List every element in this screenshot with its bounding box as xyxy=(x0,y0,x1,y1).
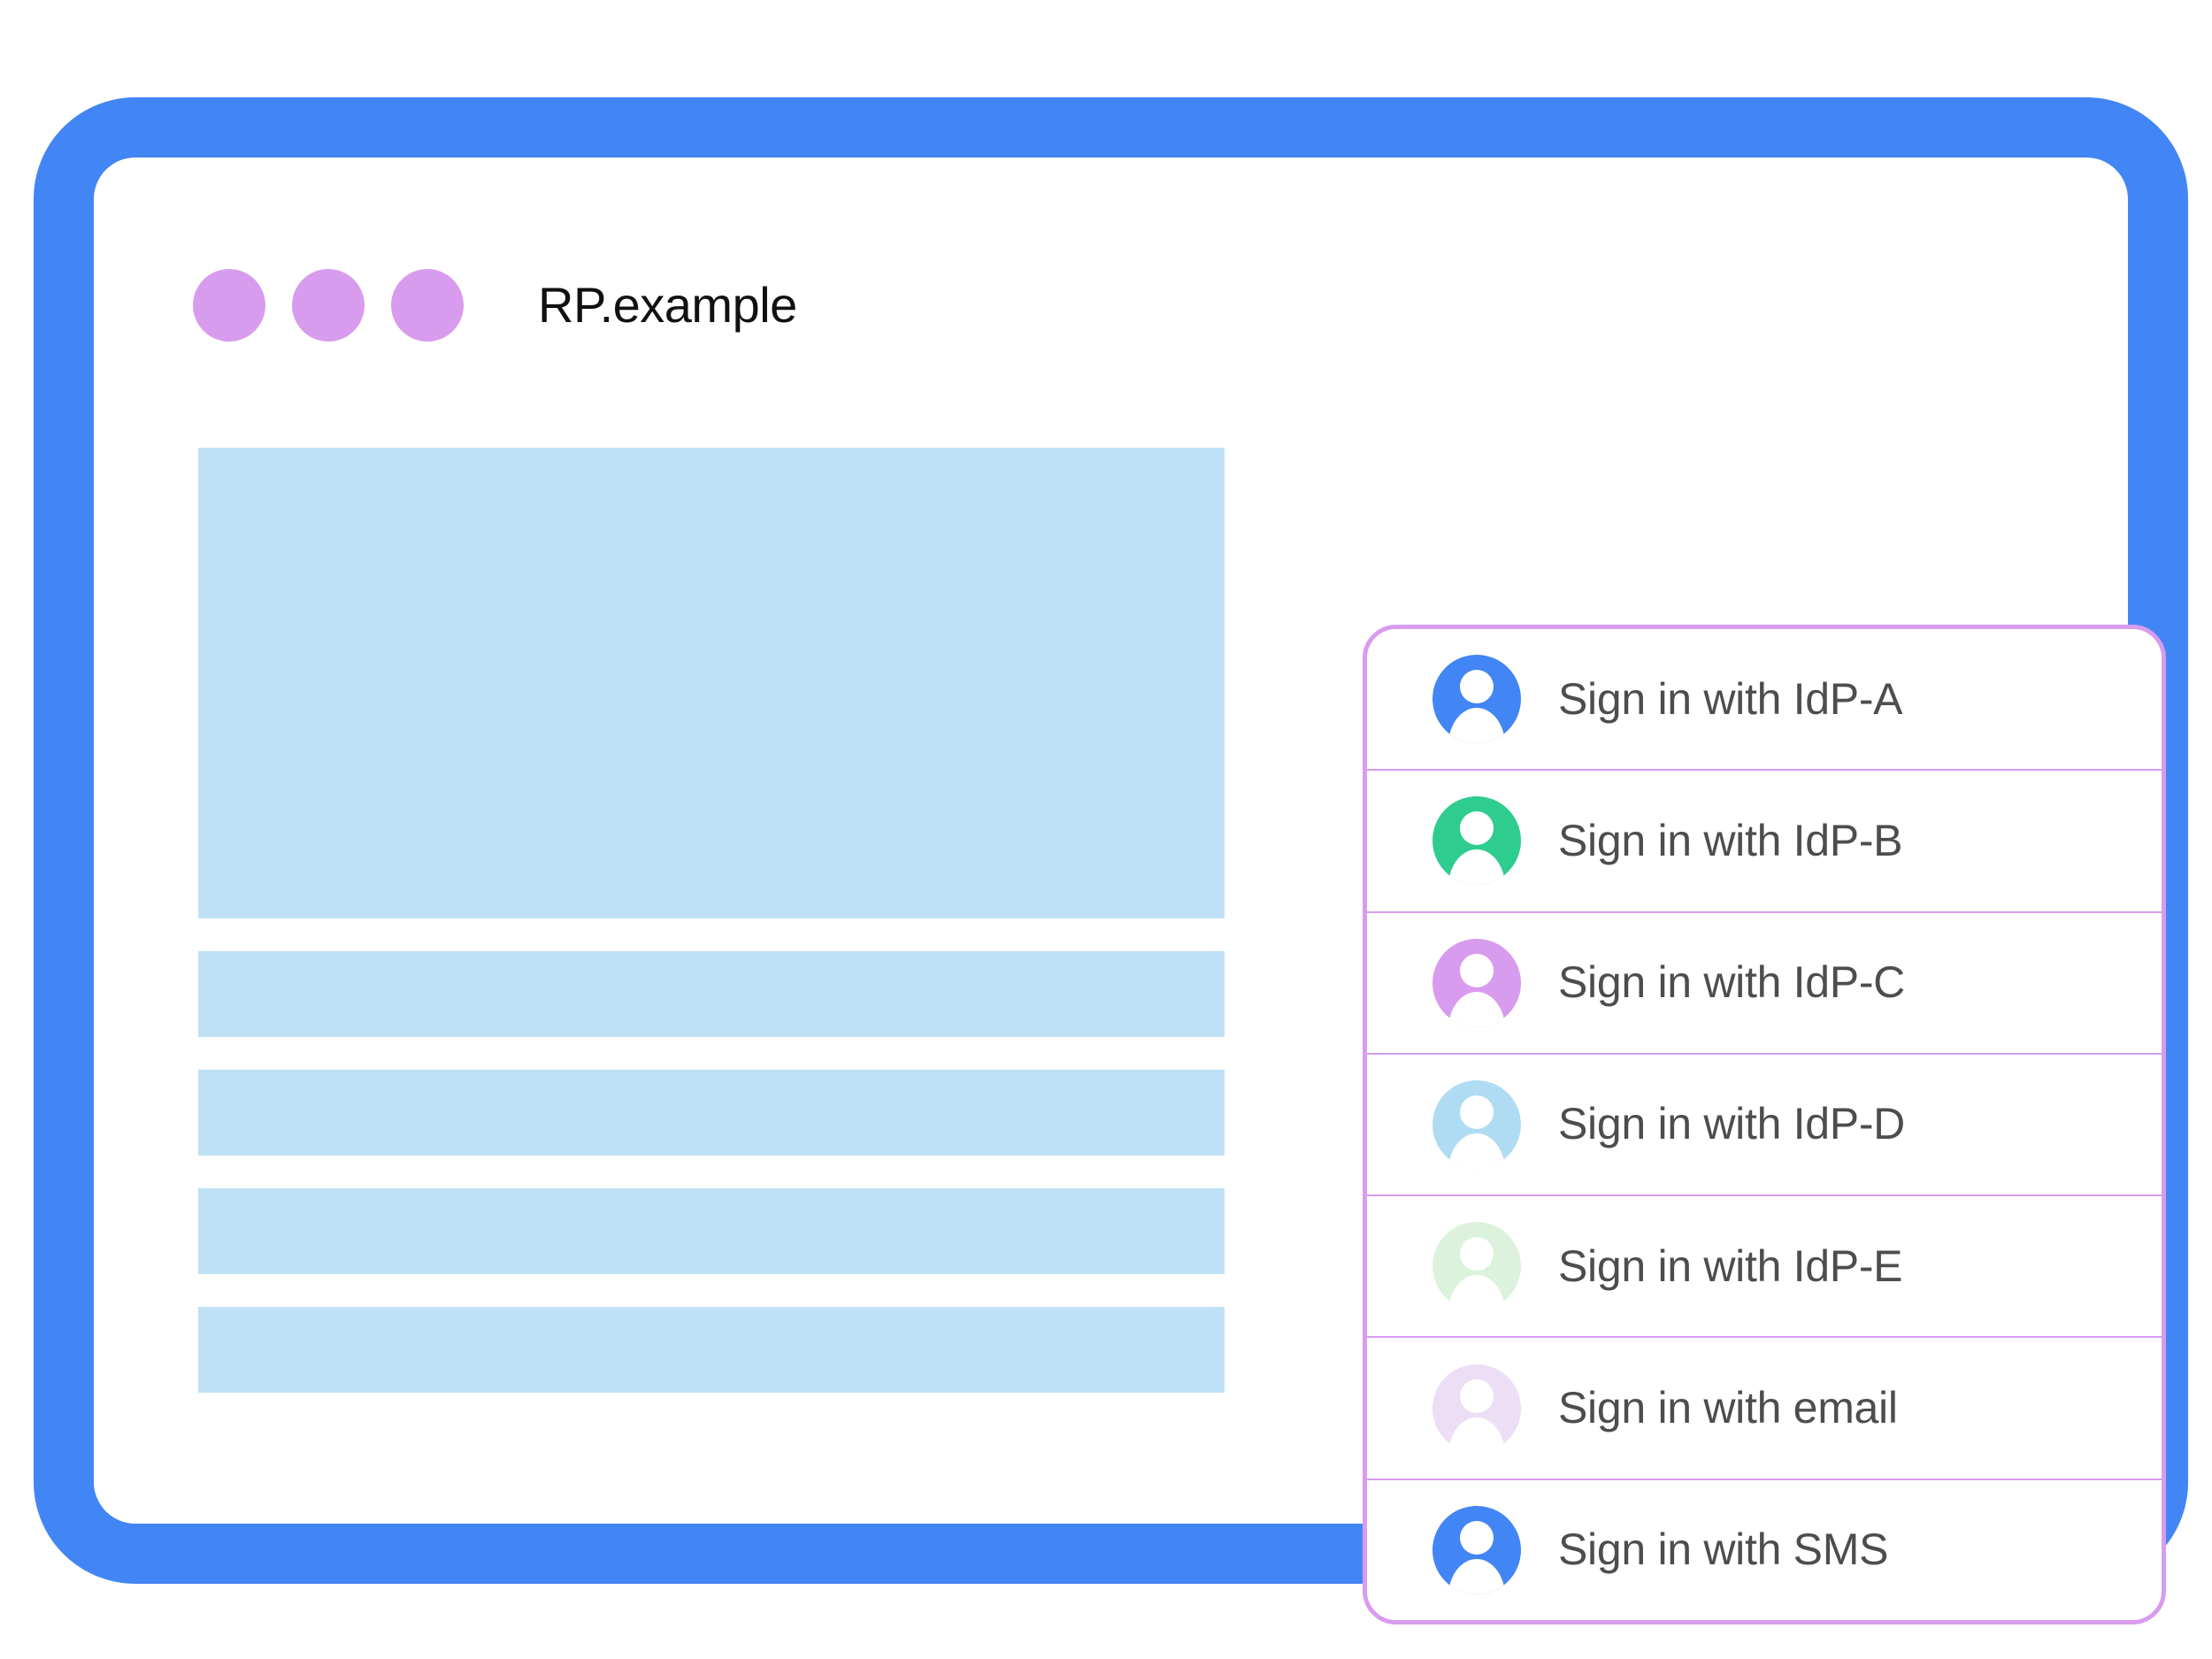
page-title: RP.example xyxy=(538,277,797,333)
content-block-hero xyxy=(198,448,1225,918)
account-avatar-icon xyxy=(1432,655,1521,744)
content-block-line-3 xyxy=(198,1188,1225,1274)
account-avatar-icon xyxy=(1432,796,1521,886)
content-block-line-2 xyxy=(198,1070,1225,1156)
signin-option-email[interactable]: Sign in with email xyxy=(1367,1338,2162,1480)
signin-option-label: Sign in with IdP-B xyxy=(1558,815,1903,865)
window-dot-2-icon[interactable] xyxy=(292,269,365,342)
signin-option-label: Sign in with IdP-A xyxy=(1558,673,1903,724)
content-block-line-1 xyxy=(198,951,1225,1037)
signin-option-label: Sign in with IdP-C xyxy=(1558,957,1905,1008)
window-dot-3-icon[interactable] xyxy=(391,269,464,342)
page-content-placeholder xyxy=(198,448,1225,1425)
signin-option-label: Sign in with email xyxy=(1558,1383,1898,1433)
account-chooser-panel: Sign in with IdP-A Sign in with IdP-B Sign… xyxy=(1363,625,2166,1624)
signin-option-idp-d[interactable]: Sign in with IdP-D xyxy=(1367,1054,2162,1197)
window-dot-1-icon[interactable] xyxy=(193,269,265,342)
signin-option-label: Sign in with IdP-E xyxy=(1558,1240,1903,1291)
account-avatar-icon xyxy=(1432,1222,1521,1311)
screenshot-root: RP.example Sign in with IdP-A Sign in wit… xyxy=(0,0,2212,1659)
account-avatar-icon xyxy=(1432,1079,1521,1169)
signin-option-idp-e[interactable]: Sign in with IdP-E xyxy=(1367,1196,2162,1339)
account-avatar-icon xyxy=(1432,938,1521,1027)
browser-screen: RP.example Sign in with IdP-A Sign in wit… xyxy=(115,198,2166,1624)
account-avatar-icon xyxy=(1432,1505,1521,1594)
signin-option-idp-c[interactable]: Sign in with IdP-C xyxy=(1367,912,2162,1055)
account-avatar-icon xyxy=(1432,1363,1521,1453)
signin-option-idp-a[interactable]: Sign in with IdP-A xyxy=(1367,629,2162,772)
signin-option-label: Sign in with IdP-D xyxy=(1558,1099,1905,1149)
titlebar: RP.example xyxy=(193,269,797,342)
signin-option-label: Sign in with SMS xyxy=(1558,1525,1889,1575)
signin-option-idp-b[interactable]: Sign in with IdP-B xyxy=(1367,771,2162,913)
signin-option-sms[interactable]: Sign in with SMS xyxy=(1367,1479,2162,1620)
content-block-line-4 xyxy=(198,1307,1225,1393)
